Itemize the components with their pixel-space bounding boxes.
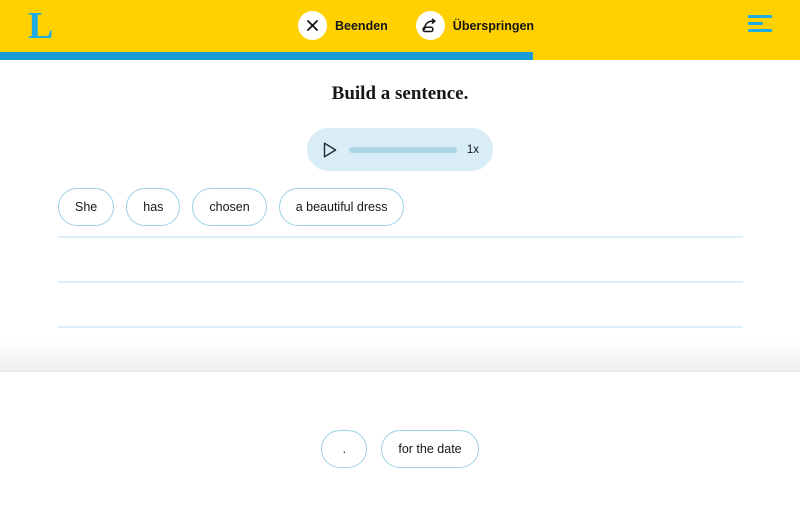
lingoda-l-logo-icon[interactable]: L — [28, 7, 68, 45]
answer-tile[interactable]: She — [58, 188, 115, 226]
end-lesson-button[interactable]: Beenden — [298, 11, 388, 40]
play-triangle-icon[interactable] — [321, 141, 339, 159]
answer-tiles-row: She has chosen a beautiful dress — [58, 188, 405, 226]
audio-speed-label[interactable]: 1x — [467, 144, 479, 156]
word-bank-row: . for the date — [0, 430, 800, 468]
end-lesson-label: Beenden — [335, 18, 388, 33]
menu-line-1 — [748, 15, 772, 18]
skip-exercise-label: Überspringen — [452, 18, 535, 33]
hamburger-menu-icon[interactable] — [748, 15, 772, 35]
close-x-icon — [298, 11, 327, 40]
menu-line-3 — [748, 29, 772, 32]
audio-progress-track[interactable] — [349, 146, 457, 153]
exercise-title: Build a sentence. — [331, 83, 469, 104]
answer-line — [58, 326, 743, 328]
answer-tile[interactable]: has — [126, 188, 181, 226]
answer-line — [58, 281, 743, 283]
app-header: L Beenden Überspringen — [0, 0, 800, 52]
lesson-progress-bar — [0, 52, 800, 60]
answer-tile[interactable]: a beautiful dress — [278, 188, 405, 226]
answer-line — [58, 236, 743, 238]
word-bank-tile[interactable]: for the date — [381, 430, 479, 468]
answer-tile[interactable]: chosen — [192, 188, 267, 226]
section-shadow — [0, 340, 800, 371]
skip-exercise-button[interactable]: Überspringen — [415, 11, 535, 40]
lesson-progress-fill — [0, 52, 533, 60]
menu-line-2 — [748, 22, 763, 25]
word-bank-tile[interactable]: . — [321, 430, 368, 468]
header-actions: Beenden Überspringen — [298, 11, 534, 40]
skip-forward-arrow-icon — [415, 11, 445, 40]
audio-player[interactable]: 1x — [307, 128, 493, 171]
section-divider — [0, 371, 800, 372]
